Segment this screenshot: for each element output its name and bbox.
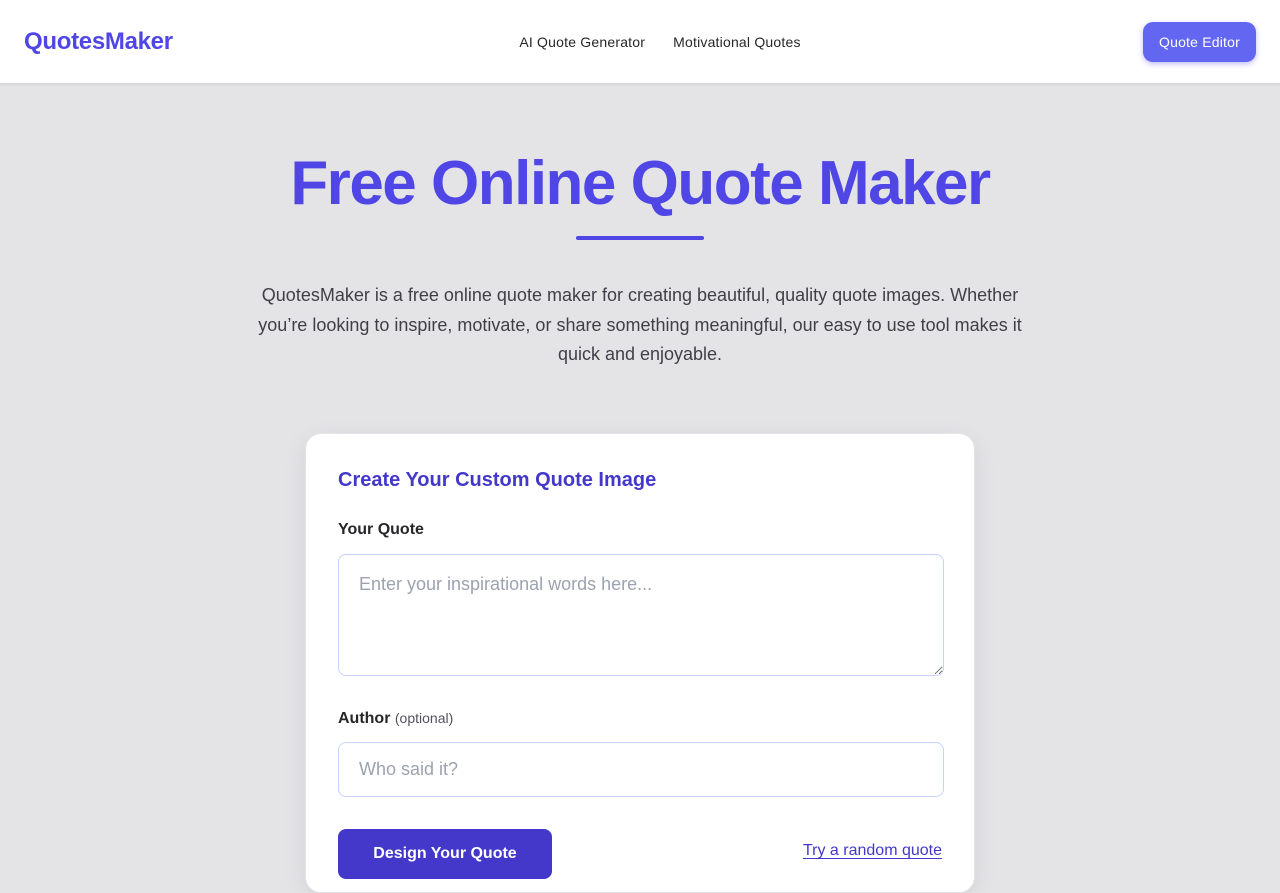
design-quote-button[interactable]: Design Your Quote xyxy=(338,829,552,879)
author-input[interactable] xyxy=(338,742,944,797)
page-title: Free Online Quote Maker xyxy=(290,149,991,218)
page-description: QuotesMaker is a free online quote maker… xyxy=(258,285,1022,364)
main-nav: AI Quote Generator Motivational Quotes xyxy=(480,8,840,76)
brand-logo[interactable]: QuotesMaker xyxy=(24,26,173,58)
quote-textarea[interactable] xyxy=(338,554,944,676)
quote-form-card: Create Your Custom Quote Image Your Quot… xyxy=(305,433,975,893)
nav-ai-quote-generator[interactable]: AI Quote Generator xyxy=(519,34,645,50)
title-underline xyxy=(576,236,704,240)
author-label: Author (optional) xyxy=(338,707,453,730)
nav-motivational-quotes[interactable]: Motivational Quotes xyxy=(673,34,801,50)
author-label-text: Author xyxy=(338,710,391,727)
quote-editor-button[interactable]: Quote Editor xyxy=(1143,22,1256,62)
optional-hint: (optional) xyxy=(394,710,454,726)
random-quote-link[interactable]: Try a random quote xyxy=(803,842,942,860)
quote-label-text: Your Quote xyxy=(338,521,424,538)
form-title: Create Your Custom Quote Image xyxy=(338,469,657,491)
site-header: QuotesMaker AI Quote Generator Motivatio… xyxy=(0,0,1280,84)
quote-label: Your Quote xyxy=(338,519,424,541)
